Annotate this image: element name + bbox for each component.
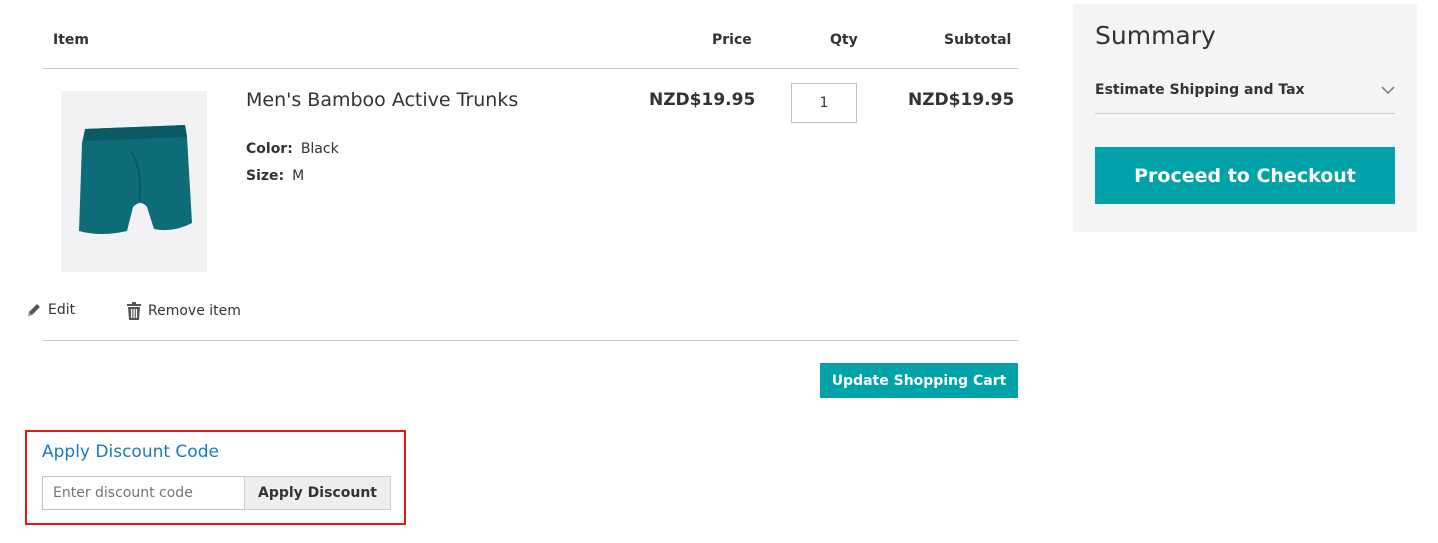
column-header-subtotal: Subtotal (944, 32, 1012, 48)
option-label: Size: (246, 168, 285, 184)
summary-divider (1095, 113, 1395, 114)
item-subtotal: NZD$19.95 (908, 90, 1015, 110)
column-header-item: Item (53, 32, 89, 48)
update-cart-button[interactable]: Update Shopping Cart (820, 363, 1018, 398)
product-name-link[interactable]: Men's Bamboo Active Trunks (246, 89, 518, 111)
option-label: Color: (246, 141, 293, 157)
chevron-down-icon (1381, 86, 1395, 95)
estimate-shipping-toggle[interactable]: Estimate Shipping and Tax (1095, 82, 1395, 98)
column-header-price: Price (712, 32, 752, 48)
discount-title-toggle[interactable]: Apply Discount Code (42, 442, 219, 462)
option-value: M (292, 168, 305, 184)
remove-item-link[interactable]: Remove item (126, 302, 241, 320)
edit-item-link[interactable]: Edit (26, 302, 75, 318)
qty-input[interactable] (791, 83, 857, 123)
edit-label: Edit (48, 302, 76, 318)
item-price: NZD$19.95 (649, 90, 756, 110)
trash-icon (127, 302, 141, 320)
proceed-to-checkout-button[interactable]: Proceed to Checkout (1095, 147, 1395, 204)
header-divider (42, 68, 1018, 69)
product-option-color: Color: Black (246, 141, 339, 157)
trunks-image-icon (61, 91, 207, 272)
option-value: Black (300, 141, 339, 157)
discount-code-input[interactable] (42, 476, 245, 510)
estimate-shipping-label: Estimate Shipping and Tax (1095, 82, 1305, 98)
column-header-qty: Qty (830, 32, 858, 48)
remove-label: Remove item (148, 303, 241, 319)
item-divider (42, 340, 1018, 341)
summary-title: Summary (1095, 21, 1216, 50)
apply-discount-button[interactable]: Apply Discount (244, 476, 391, 510)
product-option-size: Size: M (246, 168, 304, 184)
pencil-icon (28, 304, 40, 316)
product-image[interactable] (61, 91, 207, 272)
